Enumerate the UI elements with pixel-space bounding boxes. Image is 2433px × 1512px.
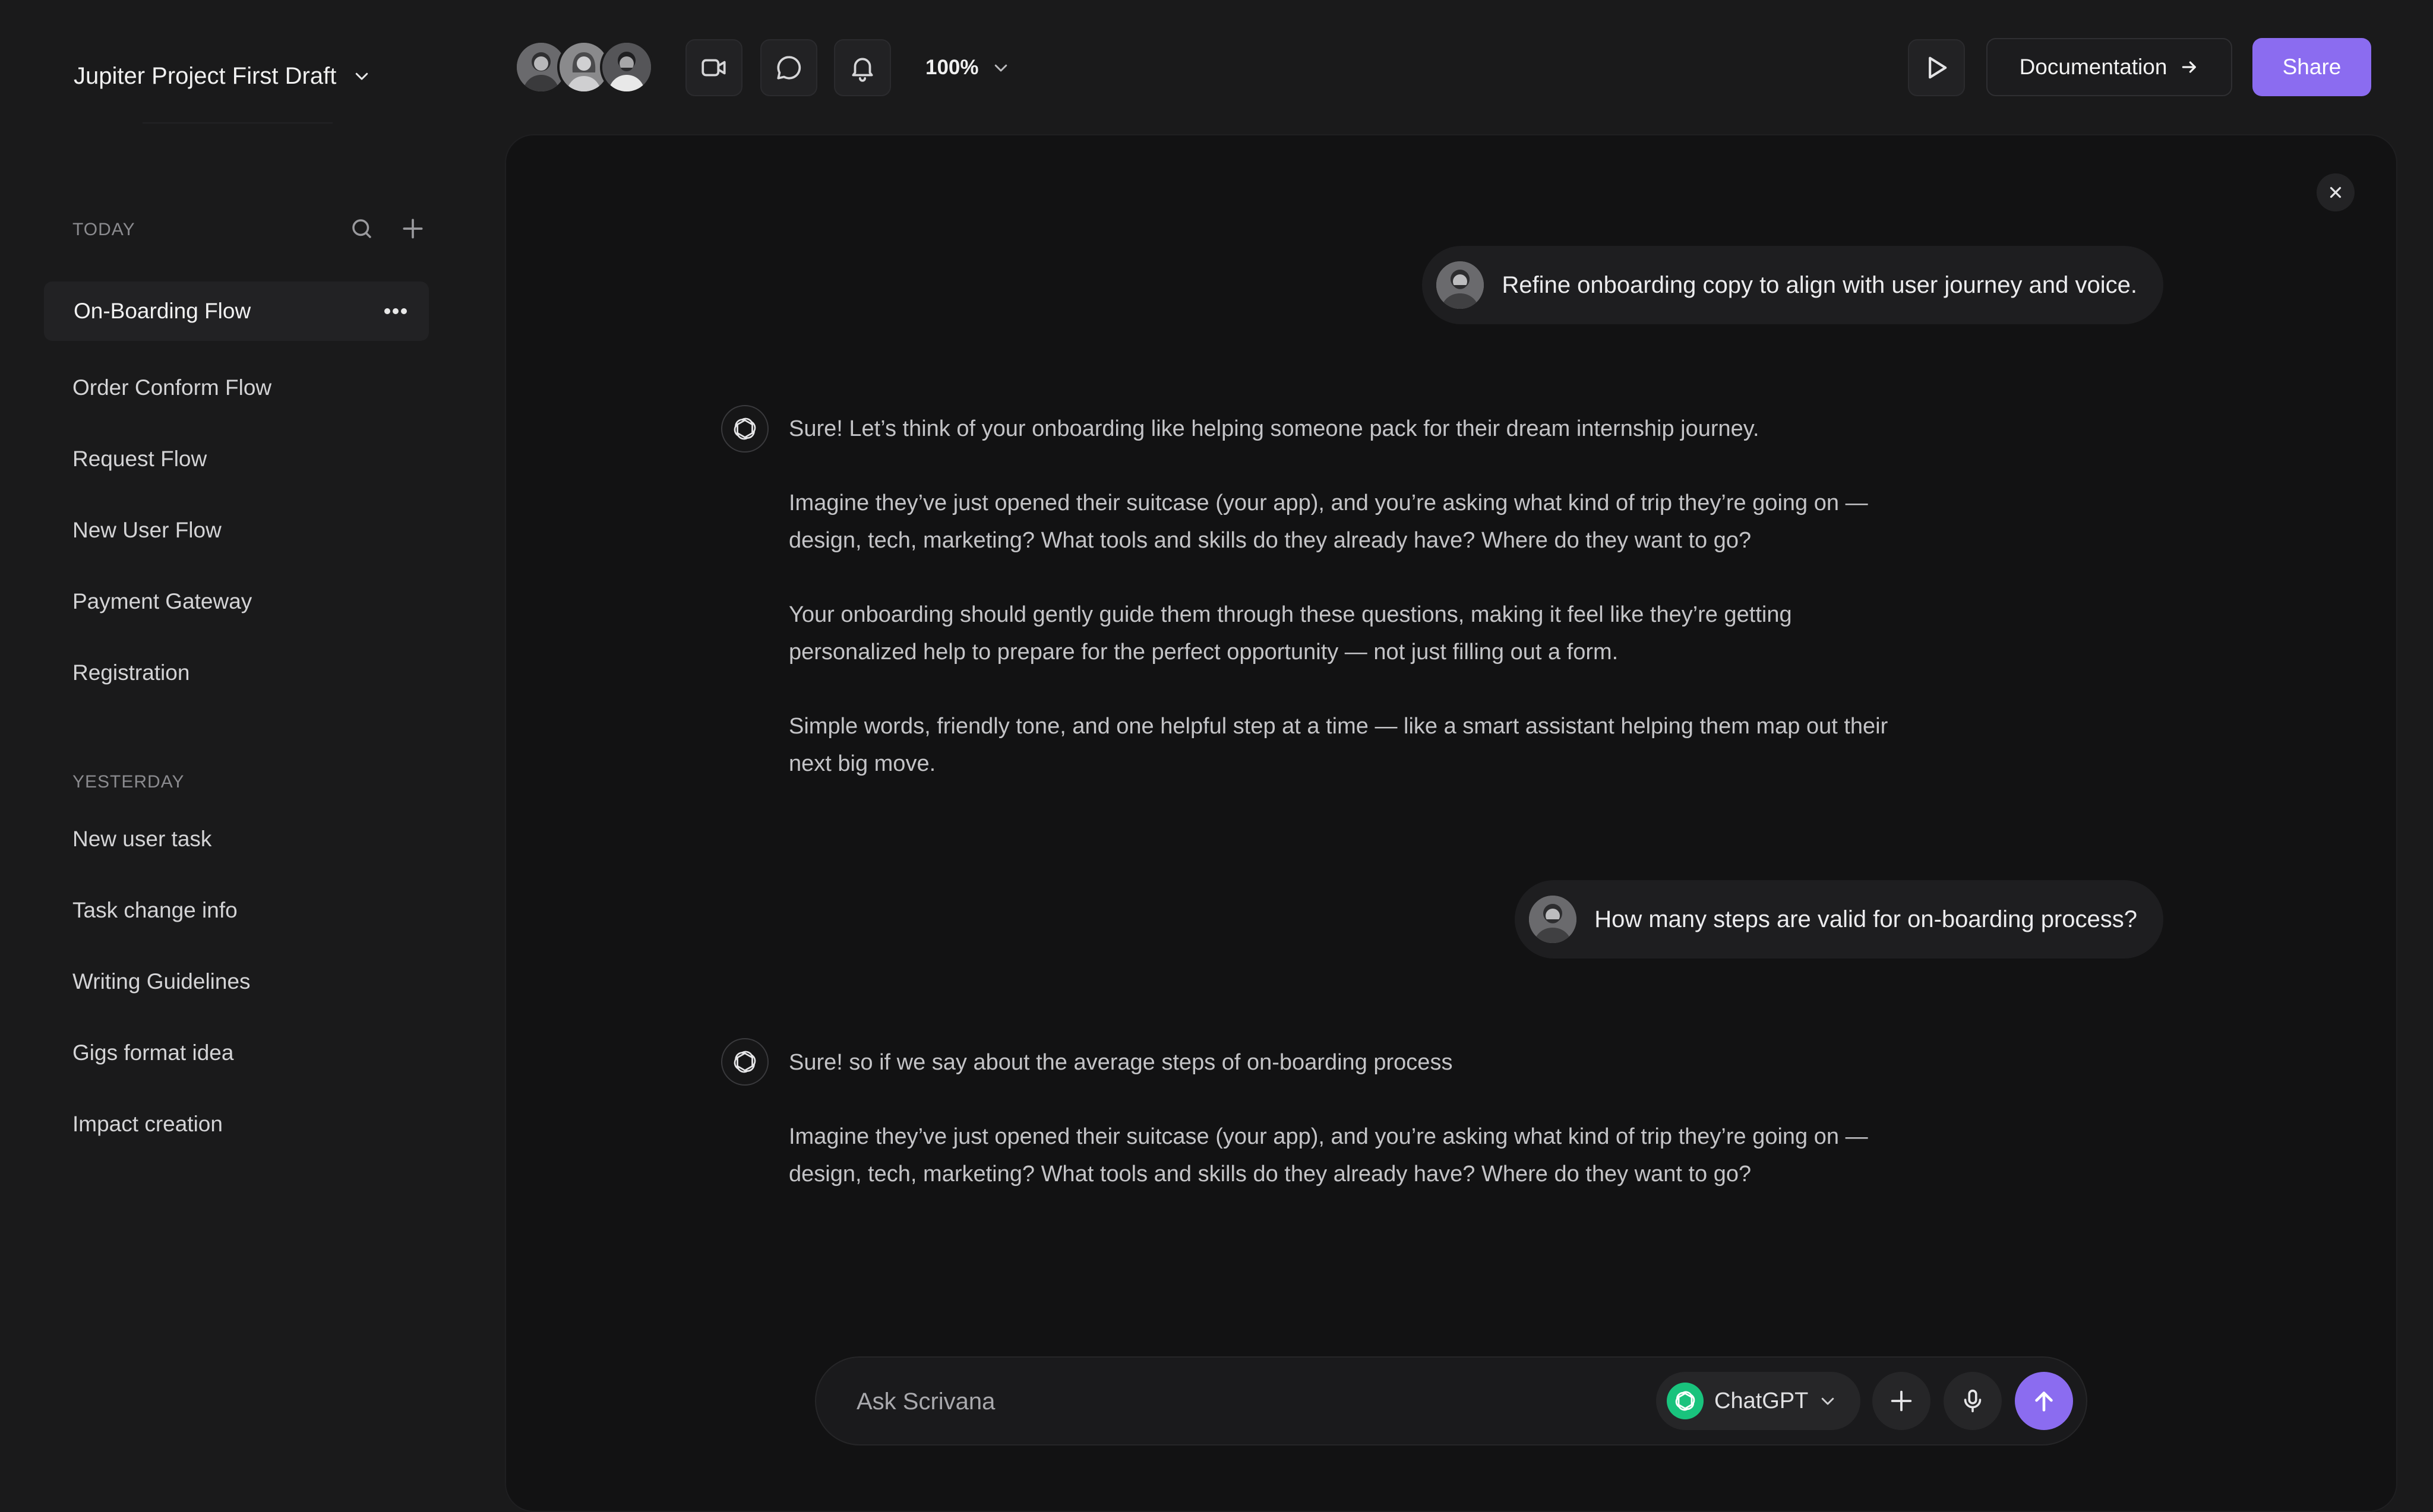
comments-button[interactable] <box>760 39 817 96</box>
chatgpt-logo-icon <box>1667 1383 1704 1419</box>
documentation-button[interactable]: Documentation <box>1986 38 2232 96</box>
more-options-icon[interactable] <box>384 308 407 315</box>
user-message-text: Refine onboarding copy to align with use… <box>1502 271 2137 298</box>
assistant-avatar <box>721 405 769 453</box>
project-title-dropdown[interactable]: Jupiter Project First Draft <box>74 58 371 94</box>
close-icon <box>2327 184 2344 201</box>
openai-logo-icon <box>730 1047 760 1077</box>
assistant-avatar <box>721 1038 769 1086</box>
plus-icon <box>1888 1387 1915 1415</box>
sidebar-item-new-user-flow[interactable]: New User Flow <box>72 518 222 543</box>
assistant-paragraph: Sure! Let’s think of your onboarding lik… <box>789 416 1759 441</box>
sidebar-item-task-change-info[interactable]: Task change info <box>72 898 238 923</box>
user-message: How many steps are valid for on-boarding… <box>1515 880 2163 959</box>
voice-input-button[interactable] <box>1944 1372 2002 1430</box>
notifications-button[interactable] <box>834 39 891 96</box>
preview-button[interactable] <box>1908 39 1965 96</box>
add-chat-icon[interactable] <box>399 215 426 242</box>
ask-input[interactable] <box>855 1378 1630 1425</box>
sidebar-item-writing-guidelines[interactable]: Writing Guidelines <box>72 969 251 994</box>
search-icon[interactable] <box>348 215 375 242</box>
sidebar-item-impact-creation[interactable]: Impact creation <box>72 1112 223 1137</box>
model-name: ChatGPT <box>1714 1388 1809 1413</box>
assistant-paragraph: Simple words, friendly tone, and one hel… <box>789 714 1888 776</box>
avatar <box>1529 896 1577 943</box>
chevron-down-icon <box>1819 1392 1837 1410</box>
zoom-dropdown[interactable]: 100% <box>925 50 1010 86</box>
arrow-right-icon <box>2180 58 2199 77</box>
assistant-paragraph: Imagine they’ve just opened their suitca… <box>789 491 1868 553</box>
arrow-up-icon <box>2030 1387 2058 1415</box>
section-label-yesterday: YESTERDAY <box>72 772 185 792</box>
play-icon <box>1921 52 1952 83</box>
sidebar-item-payment-gateway[interactable]: Payment Gateway <box>72 589 252 614</box>
avatar <box>1436 261 1484 309</box>
share-button[interactable]: Share <box>2252 38 2371 96</box>
documentation-label: Documentation <box>2019 55 2167 79</box>
microphone-icon <box>1959 1387 1986 1415</box>
chevron-down-icon <box>353 67 371 85</box>
assistant-message: Sure! Let’s think of your onboarding lik… <box>789 410 1917 783</box>
chevron-down-icon <box>992 59 1010 77</box>
sidebar-item-on-boarding-flow[interactable]: On-Boarding Flow <box>44 281 429 341</box>
project-title: Jupiter Project First Draft <box>74 62 337 89</box>
sidebar-section-tools <box>348 215 426 242</box>
model-selector[interactable]: ChatGPT <box>1656 1372 1860 1430</box>
section-label-today: TODAY <box>72 220 135 239</box>
attach-button[interactable] <box>1872 1372 1930 1430</box>
sidebar-item-new-user-task[interactable]: New user task <box>72 827 211 852</box>
avatar <box>600 40 653 94</box>
video-call-button[interactable] <box>685 39 742 96</box>
user-message-text: How many steps are valid for on-boarding… <box>1594 906 2137 932</box>
video-icon <box>699 53 729 83</box>
chat-bubble-icon <box>774 53 804 83</box>
sidebar-item-request-flow[interactable]: Request Flow <box>72 447 207 472</box>
assistant-paragraph: Imagine they’ve just opened their suitca… <box>789 1124 1868 1187</box>
openai-logo-icon <box>730 414 760 444</box>
assistant-paragraph: Your onboarding should gently guide them… <box>789 602 1792 665</box>
chat-panel <box>505 134 2397 1512</box>
title-divider <box>143 122 333 124</box>
send-button[interactable] <box>2015 1372 2073 1430</box>
sidebar-item-order-conform-flow[interactable]: Order Conform Flow <box>72 375 271 400</box>
sidebar-item-registration[interactable]: Registration <box>72 660 189 685</box>
collaborator-avatars[interactable] <box>514 40 653 94</box>
sidebar-item-label: On-Boarding Flow <box>74 299 251 323</box>
bell-icon <box>848 53 877 83</box>
zoom-level: 100% <box>925 56 979 79</box>
assistant-message: Sure! so if we say about the average ste… <box>789 1044 1917 1193</box>
user-message: Refine onboarding copy to align with use… <box>1422 246 2163 324</box>
sidebar-item-gigs-format-idea[interactable]: Gigs format idea <box>72 1040 233 1065</box>
close-panel-button[interactable] <box>2317 173 2355 211</box>
assistant-paragraph: Sure! so if we say about the average ste… <box>789 1050 1453 1075</box>
